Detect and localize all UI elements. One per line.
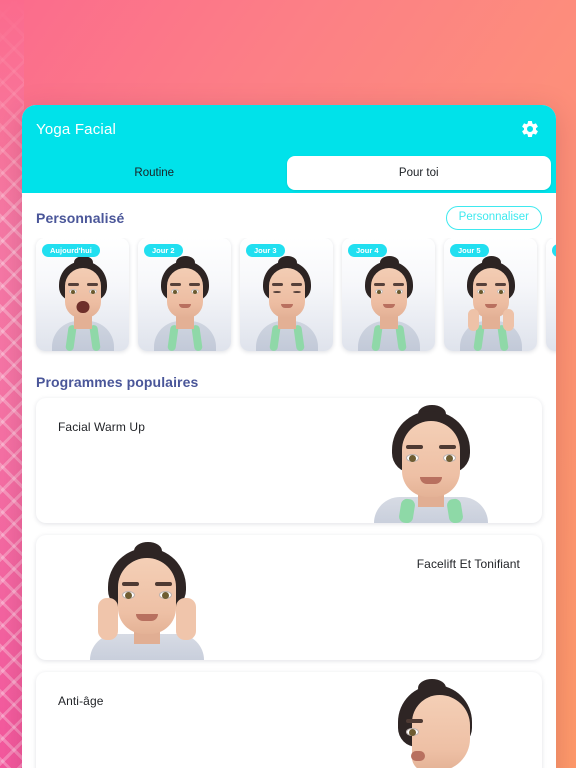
personalised-title: Personnalisé bbox=[36, 209, 125, 226]
day-card[interactable]: Aujourd'hui bbox=[36, 237, 129, 351]
day-card[interactable]: Jour 6 bbox=[546, 237, 557, 351]
backdrop-decoration bbox=[0, 0, 24, 768]
backdrop-decoration-fade bbox=[0, 0, 24, 230]
tab-pour-toi-label: Pour toi bbox=[398, 167, 439, 179]
gear-icon[interactable] bbox=[520, 119, 540, 139]
day-badge: Jour 4 bbox=[348, 243, 387, 257]
avatar-illustration bbox=[352, 255, 426, 351]
day-card[interactable]: Jour 3 bbox=[240, 237, 333, 351]
program-card-anti-age[interactable]: Anti-âge bbox=[36, 671, 542, 768]
app-bar: Yoga Facial bbox=[22, 105, 556, 153]
program-avatar-illustration bbox=[366, 404, 496, 523]
tab-bar: Routine Pour toi bbox=[22, 153, 556, 193]
avatar-illustration bbox=[556, 255, 557, 351]
program-avatar-illustration bbox=[366, 678, 496, 768]
tab-routine-label: Routine bbox=[134, 167, 175, 179]
day-card[interactable]: Jour 5 bbox=[444, 237, 537, 351]
program-card-facial-warm-up[interactable]: Facial Warm Up bbox=[36, 397, 542, 523]
day-badge: Jour 5 bbox=[450, 243, 489, 257]
day-badge: Jour 3 bbox=[246, 243, 285, 257]
day-badge: Jour 2 bbox=[144, 243, 183, 257]
day-card[interactable]: Jour 4 bbox=[342, 237, 435, 351]
program-list: Facial Warm Up Facelift Et Tonifiant Ant… bbox=[22, 397, 556, 768]
personalised-section-header: Personnalisé Personnaliser bbox=[22, 193, 556, 238]
program-avatar-illustration bbox=[82, 541, 212, 660]
day-badge: Jour 6 bbox=[552, 243, 556, 257]
tab-routine[interactable]: Routine bbox=[22, 153, 287, 193]
app-window: Yoga Facial Routine Pour toi Personnalis… bbox=[22, 105, 556, 768]
program-title: Anti-âge bbox=[58, 693, 104, 708]
personnaliser-button[interactable]: Personnaliser bbox=[445, 206, 542, 230]
program-card-facelift-et-tonifiant[interactable]: Facelift Et Tonifiant bbox=[36, 534, 542, 660]
avatar-illustration bbox=[46, 255, 120, 351]
day-card[interactable]: Jour 2 bbox=[138, 237, 231, 351]
avatar-illustration bbox=[250, 255, 324, 351]
popular-title: Programmes populaires bbox=[36, 373, 199, 390]
program-title: Facial Warm Up bbox=[58, 419, 145, 434]
app-title: Yoga Facial bbox=[36, 120, 117, 138]
content-area: Personnalisé Personnaliser Aujourd'hui J… bbox=[22, 193, 556, 768]
day-badge: Aujourd'hui bbox=[42, 243, 100, 257]
tab-pour-toi[interactable]: Pour toi bbox=[286, 156, 551, 190]
day-carousel[interactable]: Aujourd'hui Jour 2 Jour 3 Jour 4 Jour 5 bbox=[22, 237, 557, 361]
avatar-illustration bbox=[148, 255, 222, 351]
avatar-illustration bbox=[454, 255, 528, 351]
popular-section-header: Programmes populaires bbox=[22, 361, 556, 398]
program-title: Facelift Et Tonifiant bbox=[416, 556, 520, 571]
